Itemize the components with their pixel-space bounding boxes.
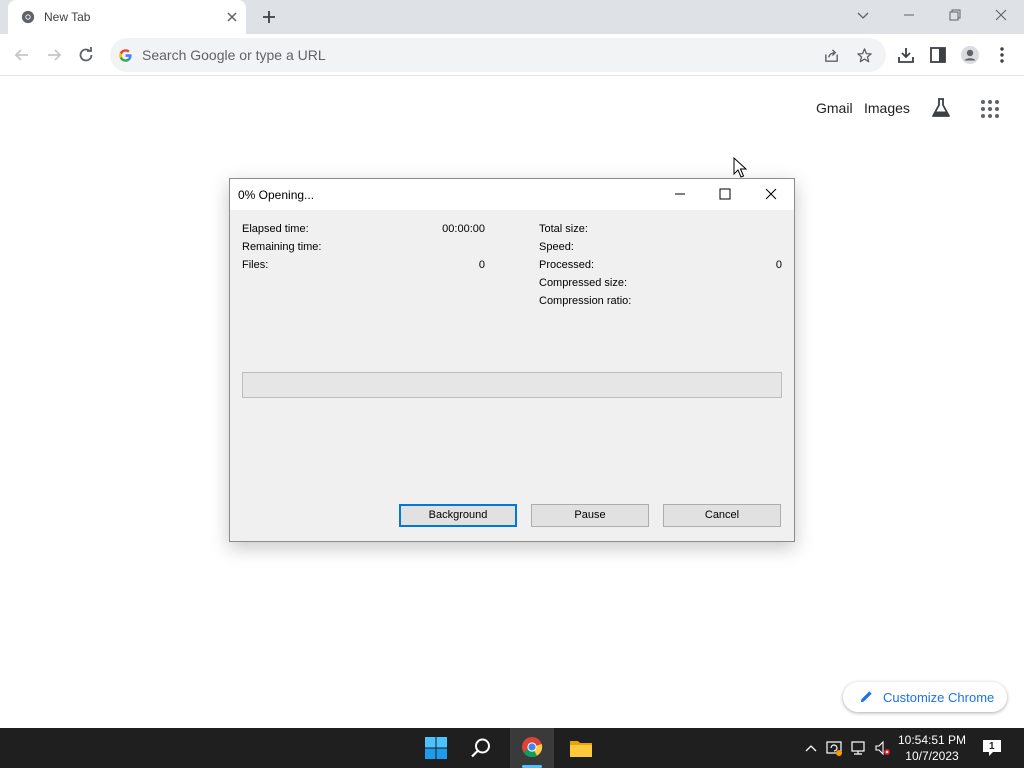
remaining-time-label: Remaining time:: [242, 241, 322, 253]
notification-count: 1: [989, 741, 995, 752]
customize-chrome-button[interactable]: Customize Chrome: [843, 682, 1007, 712]
search-icon: [471, 738, 490, 758]
files-value: 0: [478, 259, 485, 271]
google-g-icon: [119, 49, 132, 62]
reload-icon[interactable]: [76, 45, 96, 65]
windows-taskbar: 10:54:51 PM 10/7/2023 1: [0, 728, 1024, 768]
cancel-button[interactable]: Cancel: [663, 504, 781, 527]
network-icon[interactable]: [851, 740, 867, 756]
start-icon: [425, 737, 447, 759]
taskbar-clock[interactable]: 10:54:51 PM 10/7/2023: [892, 732, 972, 764]
more-menu-icon[interactable]: [992, 45, 1012, 65]
profile-avatar-icon[interactable]: [960, 45, 980, 65]
pencil-icon: [860, 691, 872, 703]
file-explorer-icon: [570, 741, 592, 757]
back-icon[interactable]: [12, 45, 32, 65]
taskbar-chrome-button[interactable]: [510, 728, 554, 768]
customize-chrome-label: Customize Chrome: [883, 690, 995, 705]
dialog-title: 0% Opening...: [238, 188, 315, 202]
compression-ratio-label: Compression ratio:: [539, 295, 632, 307]
taskbar-search-button[interactable]: [459, 728, 503, 768]
total-size-label: Total size:: [539, 223, 588, 235]
omnibox-placeholder: Search Google or type a URL: [142, 47, 326, 63]
mouse-cursor-icon: [733, 157, 747, 178]
google-apps-icon[interactable]: [980, 99, 1000, 119]
taskbar-file-explorer-button[interactable]: [559, 728, 603, 768]
chrome-favicon-icon: [21, 10, 35, 24]
background-button[interactable]: Background: [399, 504, 517, 527]
share-icon[interactable]: [823, 47, 840, 64]
volume-muted-icon[interactable]: [874, 740, 890, 756]
show-hidden-icons-chevron-up-icon[interactable]: [803, 740, 819, 756]
tab-strip: New Tab: [0, 0, 1024, 34]
speed-label: Speed:: [539, 241, 574, 253]
dialog-minimize-icon[interactable]: [672, 186, 688, 202]
bookmark-star-icon[interactable]: [856, 47, 873, 64]
clock-date: 10/7/2023: [905, 749, 959, 763]
progress-bar: [242, 372, 782, 398]
gmail-link[interactable]: Gmail: [816, 100, 853, 116]
extraction-progress-dialog: 0% Opening... Elapsed time: 00:00:00 Rem…: [229, 178, 795, 542]
side-panel-icon[interactable]: [928, 45, 948, 65]
images-link[interactable]: Images: [864, 100, 910, 116]
start-button[interactable]: [414, 728, 458, 768]
forward-icon[interactable]: [44, 45, 64, 65]
browser-toolbar: Search Google or type a URL: [0, 34, 1024, 76]
chevron-down-icon[interactable]: [856, 8, 870, 22]
labs-flask-icon[interactable]: [930, 97, 952, 119]
clock-time: 10:54:51 PM: [897, 733, 967, 747]
dialog-titlebar[interactable]: 0% Opening...: [230, 179, 794, 210]
elapsed-time-label: Elapsed time:: [242, 223, 309, 235]
files-label: Files:: [242, 259, 269, 271]
tab-title: New Tab: [44, 10, 91, 24]
tab-new-tab[interactable]: New Tab: [8, 0, 246, 34]
download-icon[interactable]: [896, 45, 916, 65]
omnibox[interactable]: Search Google or type a URL: [110, 38, 886, 72]
processed-value: 0: [775, 259, 782, 271]
restore-window-icon[interactable]: [945, 6, 965, 24]
elapsed-time-value: 00:00:00: [442, 223, 485, 235]
close-tab-icon[interactable]: [224, 9, 240, 25]
new-tab-icon[interactable]: [260, 8, 278, 26]
pause-button[interactable]: Pause: [531, 504, 649, 527]
dialog-maximize-icon[interactable]: [717, 186, 733, 202]
dialog-close-icon[interactable]: [763, 186, 779, 202]
minimize-window-icon[interactable]: [899, 6, 919, 24]
chrome-icon: [522, 737, 543, 758]
close-window-icon[interactable]: [991, 6, 1011, 24]
compressed-size-label: Compressed size:: [539, 277, 628, 289]
processed-label: Processed:: [539, 259, 595, 271]
update-tray-icon[interactable]: [826, 740, 842, 756]
notification-center-button[interactable]: 1: [982, 739, 1002, 757]
